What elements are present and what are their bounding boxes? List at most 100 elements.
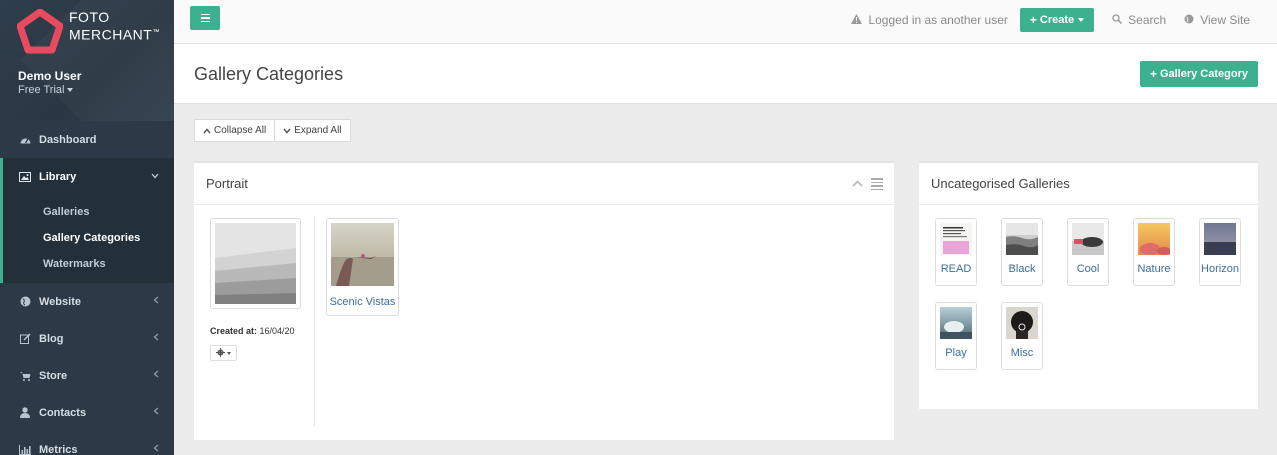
dashboard-icon: [19, 134, 31, 146]
sidebar-item-galleries[interactable]: Galleries: [3, 199, 174, 225]
gallery-thumbnail: [940, 223, 972, 255]
create-label: Create: [1039, 14, 1075, 26]
gallery-thumbnail: [1204, 223, 1236, 255]
sidebar-item-gallery-categories[interactable]: Gallery Categories: [3, 225, 174, 251]
sidebar-item-metrics[interactable]: Metrics: [0, 431, 174, 455]
sidebar-item-label: Contacts: [39, 406, 87, 419]
gallery-thumbnail: [1072, 223, 1104, 255]
chevron-left-icon: [153, 444, 159, 455]
gallery-tile-misc[interactable]: Misc: [1001, 302, 1043, 370]
gallery-tile-nature[interactable]: Nature: [1133, 218, 1175, 286]
top-bar-actions: Logged in as another user + Create Searc…: [833, 8, 1250, 32]
sidebar-item-library[interactable]: Library: [0, 158, 174, 195]
sidebar-item-blog[interactable]: Blog: [0, 320, 174, 357]
page-title: Gallery Categories: [194, 64, 344, 84]
gallery-thumbnail: [331, 223, 394, 286]
sidebar-item-watermarks[interactable]: Watermarks: [3, 251, 174, 277]
caret-down-icon: [1078, 18, 1085, 22]
bar-chart-icon: [19, 444, 31, 455]
gallery-label: Scenic Vistas: [329, 296, 396, 308]
globe-icon: [19, 296, 31, 308]
caret-down-icon: [227, 351, 231, 355]
logged-in-text: Logged in as another user: [868, 13, 1008, 27]
user-name[interactable]: Demo User: [18, 69, 81, 83]
gallery-tile-scenic-vistas[interactable]: Scenic Vistas: [326, 218, 399, 316]
add-gallery-category-button[interactable]: + Gallery Category: [1139, 61, 1258, 87]
created-at-label: Created at:: [210, 326, 258, 336]
gallery-label: Misc: [1010, 347, 1034, 359]
search-label: Search: [1128, 13, 1167, 27]
chevron-left-icon: [153, 370, 159, 381]
gallery-tile-cool[interactable]: Cool: [1067, 218, 1109, 286]
gallery-thumbnail: [1138, 223, 1170, 255]
view-site-link[interactable]: View Site: [1184, 13, 1250, 27]
collapse-chevron-icon[interactable]: [852, 178, 863, 190]
divider: [314, 216, 315, 426]
caret-down-icon: [67, 88, 74, 93]
gallery-thumbnail: [1006, 223, 1038, 255]
sidebar: FOTO MERCHANT™ Demo User Free Trial Dash…: [0, 0, 174, 455]
panel-title: Portrait: [206, 176, 248, 191]
sidebar-item-label: Blog: [39, 332, 64, 345]
collapse-all-label: Collapse All: [214, 125, 267, 136]
gallery-label: Nature: [1137, 263, 1171, 275]
top-bar: Logged in as another user + Create Searc…: [174, 0, 1277, 44]
drag-handle-icon[interactable]: [871, 178, 883, 190]
expand-all-button[interactable]: Expand All: [275, 119, 351, 142]
sidebar-nav: Dashboard Library Galleries Gallery Cate…: [0, 121, 174, 455]
gallery-tile-horizon[interactable]: Horizon: [1199, 218, 1241, 286]
logged-in-notice: Logged in as another user: [851, 13, 1008, 27]
chevron-down-icon: [151, 171, 159, 182]
sidebar-item-label: Website: [39, 295, 81, 308]
sidebar-item-label: Library: [39, 170, 77, 183]
expand-all-label: Expand All: [294, 125, 342, 136]
created-at-value: 16/04/20: [259, 326, 295, 336]
plus-icon: +: [1149, 67, 1157, 81]
category-cover-image[interactable]: [210, 218, 301, 309]
sidebar-item-label: Store: [39, 369, 68, 382]
gallery-label: READ: [940, 263, 972, 275]
image-icon: [19, 171, 31, 183]
shopping-cart-icon: [19, 370, 31, 382]
search-link[interactable]: Search: [1112, 13, 1166, 27]
sidebar-item-contacts[interactable]: Contacts: [0, 394, 174, 431]
warning-icon: [851, 13, 863, 27]
chevron-left-icon: [153, 296, 159, 307]
uncategorised-galleries-panel: Uncategorised Galleries READ Black Cool: [919, 161, 1258, 409]
created-at: Created at: 16/04/20: [210, 326, 295, 336]
chevron-left-icon: [153, 333, 159, 344]
foto-merchant-logo[interactable]: [17, 9, 63, 55]
panel-header: Portrait: [194, 163, 894, 205]
sidebar-item-label: Metrics: [39, 443, 78, 455]
gallery-tile-read[interactable]: READ: [935, 218, 977, 286]
expand-collapse-group: Collapse All Expand All: [194, 119, 351, 142]
view-site-label: View Site: [1200, 13, 1250, 27]
collapse-all-button[interactable]: Collapse All: [194, 119, 276, 142]
category-panel-portrait: Portrait Created at: 16/04/20 Scenic Vis…: [194, 161, 894, 440]
gallery-thumbnail: [1006, 307, 1038, 339]
gallery-label: Horizon: [1201, 263, 1239, 275]
chevron-left-icon: [153, 407, 159, 418]
gallery-thumbnail: [940, 307, 972, 339]
brand-wordmark: FOTO MERCHANT™: [69, 9, 160, 43]
sidebar-toggle-button[interactable]: [190, 6, 220, 30]
gallery-label: Cool: [1076, 263, 1100, 275]
panel-tools: [852, 178, 883, 190]
page-header: Gallery Categories + Gallery Category: [174, 44, 1277, 104]
create-button[interactable]: + Create: [1019, 8, 1095, 32]
gallery-label: Black: [1008, 263, 1036, 275]
plus-icon: +: [1029, 13, 1037, 27]
chevron-down-icon: [283, 126, 291, 136]
library-subnav: Galleries Gallery Categories Watermarks: [0, 195, 174, 283]
sidebar-item-dashboard[interactable]: Dashboard: [0, 121, 174, 158]
gallery-tile-play[interactable]: Play: [935, 302, 977, 370]
panel-title: Uncategorised Galleries: [931, 176, 1070, 191]
globe-icon: [1184, 14, 1194, 27]
category-settings-dropdown[interactable]: [210, 345, 237, 361]
brand-area: FOTO MERCHANT™ Demo User Free Trial: [0, 0, 174, 121]
sidebar-item-store[interactable]: Store: [0, 357, 174, 394]
user-plan-dropdown[interactable]: Free Trial: [18, 84, 74, 96]
search-icon: [1112, 13, 1123, 27]
sidebar-item-website[interactable]: Website: [0, 283, 174, 320]
gallery-tile-black[interactable]: Black: [1001, 218, 1043, 286]
